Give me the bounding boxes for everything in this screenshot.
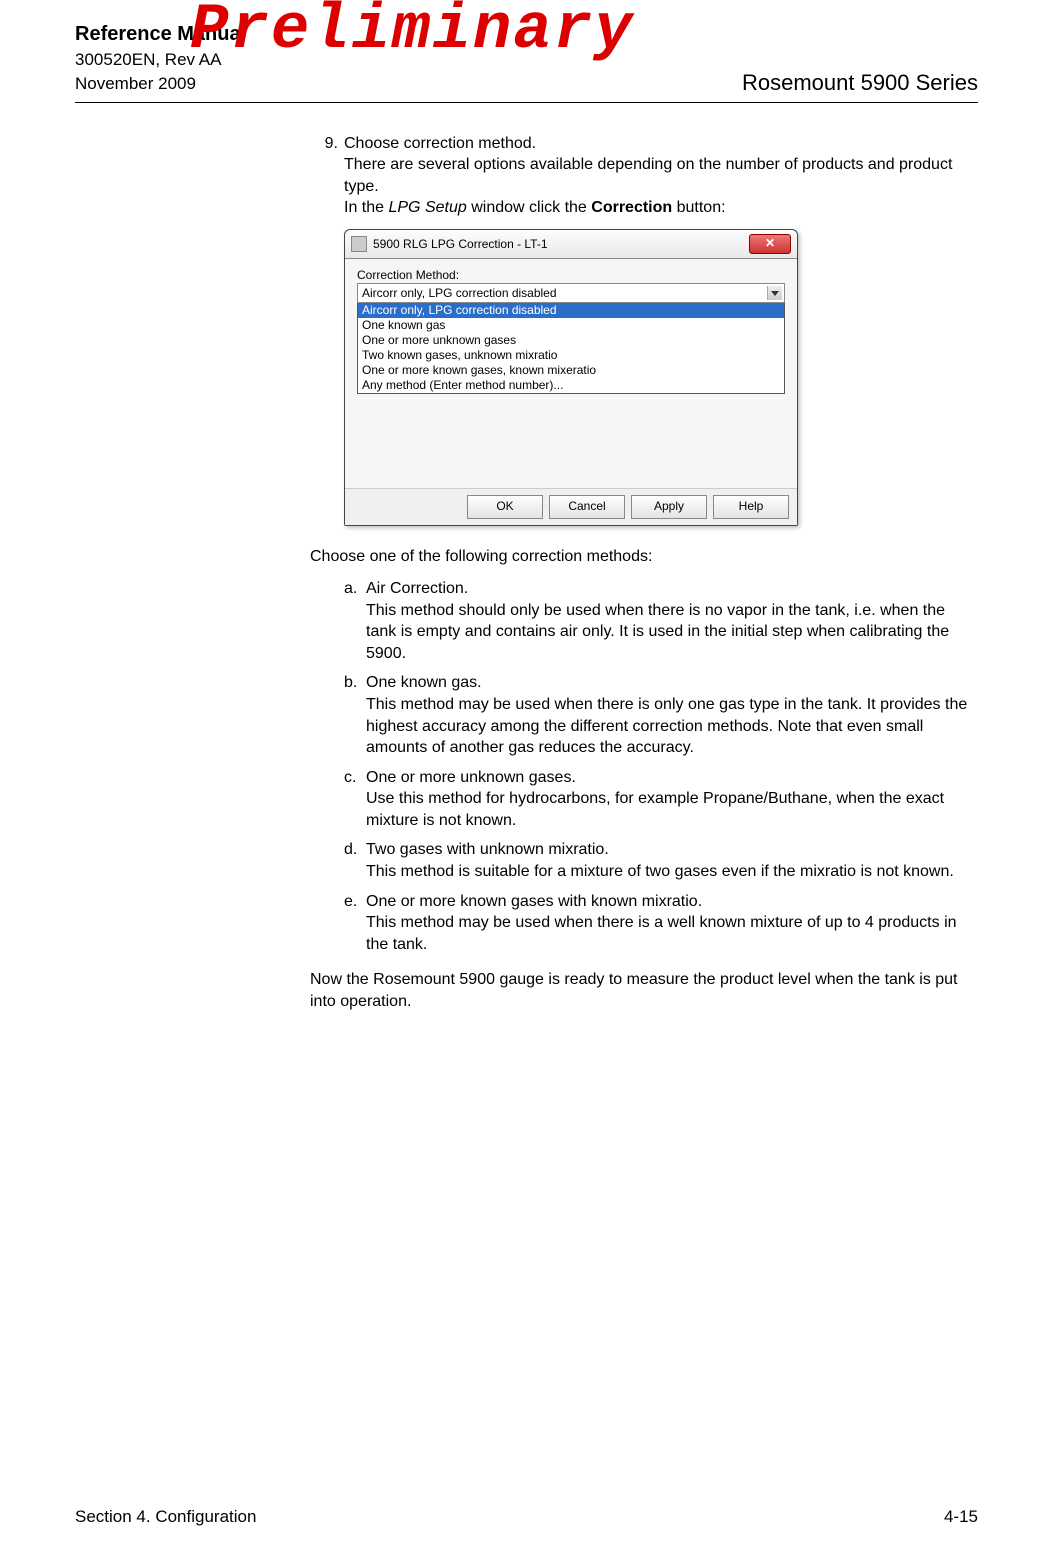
ok-button[interactable]: OK — [467, 495, 543, 519]
sub-text: This method should only be used when the… — [366, 602, 949, 662]
sub-title: Two gases with unknown mixratio. — [366, 841, 609, 858]
step-line1: Choose correction method. — [344, 135, 536, 152]
dropdown-selected: Aircorr only, LPG correction disabled — [362, 285, 557, 301]
sub-item-b: b. One known gas. This method may be used… — [344, 672, 978, 758]
help-button[interactable]: Help — [713, 495, 789, 519]
page-footer: Section 4. Configuration 4-15 — [75, 1507, 978, 1527]
app-icon — [351, 236, 367, 252]
dropdown-option[interactable]: One or more unknown gases — [358, 333, 784, 348]
sub-letter: a. — [344, 578, 366, 664]
sub-item-e: e. One or more known gases with known mi… — [344, 891, 978, 956]
step-line3-post: button: — [672, 199, 725, 216]
dialog-title: 5900 RLG LPG Correction - LT-1 — [373, 236, 548, 252]
dialog-titlebar: 5900 RLG LPG Correction - LT-1 ✕ — [345, 230, 797, 259]
sub-title: One or more known gases with known mixra… — [366, 893, 702, 910]
dropdown-option[interactable]: Two known gases, unknown mixratio — [358, 348, 784, 363]
step-line3-italic: LPG Setup — [388, 199, 466, 216]
sub-text: Use this method for hydrocarbons, for ex… — [366, 790, 944, 829]
step-line3-mid: window click the — [467, 199, 592, 216]
watermark-text: Preliminary — [190, 0, 634, 67]
dropdown-list: Aircorr only, LPG correction disabled On… — [357, 303, 785, 394]
correction-method-dropdown[interactable]: Aircorr only, LPG correction disabled — [357, 283, 785, 303]
sub-text: This method is suitable for a mixture of… — [366, 863, 954, 880]
sub-letter: e. — [344, 891, 366, 956]
sub-letter: b. — [344, 672, 366, 758]
apply-button[interactable]: Apply — [631, 495, 707, 519]
sub-item-a: a. Air Correction. This method should onl… — [344, 578, 978, 664]
sub-title: One known gas. — [366, 674, 482, 691]
cancel-button[interactable]: Cancel — [549, 495, 625, 519]
step-line2: There are several options available depe… — [344, 156, 952, 195]
sub-item-d: d. Two gases with unknown mixratio. This … — [344, 839, 978, 882]
step-number: 9. — [310, 133, 344, 219]
choose-method-intro: Choose one of the following correction m… — [310, 546, 978, 568]
chevron-down-icon[interactable] — [767, 286, 782, 300]
correction-method-label: Correction Method: — [357, 267, 785, 283]
step-line3-pre: In the — [344, 199, 388, 216]
section-label: Section 4. Configuration — [75, 1507, 256, 1527]
sub-text: This method may be used when there is a … — [366, 914, 957, 953]
correction-dialog: 5900 RLG LPG Correction - LT-1 ✕ Correct… — [344, 229, 798, 526]
close-button[interactable]: ✕ — [749, 234, 791, 254]
dropdown-option[interactable]: One known gas — [358, 318, 784, 333]
dropdown-option[interactable]: Aircorr only, LPG correction disabled — [358, 303, 784, 318]
closing-paragraph: Now the Rosemount 5900 gauge is ready to… — [310, 969, 978, 1012]
dropdown-option[interactable]: Any method (Enter method number)... — [358, 378, 784, 393]
sub-letter: c. — [344, 767, 366, 832]
dropdown-option[interactable]: One or more known gases, known mixeratio — [358, 363, 784, 378]
sub-title: Air Correction. — [366, 580, 468, 597]
doc-date: November 2009 — [75, 72, 246, 96]
product-series: Rosemount 5900 Series — [742, 70, 978, 96]
page-number: 4-15 — [944, 1507, 978, 1527]
sub-text: This method may be used when there is on… — [366, 696, 967, 756]
sub-title: One or more unknown gases. — [366, 769, 576, 786]
sub-letter: d. — [344, 839, 366, 882]
sub-item-c: c. One or more unknown gases. Use this me… — [344, 767, 978, 832]
step-line3-bold: Correction — [591, 199, 672, 216]
step-9: 9. Choose correction method. There are s… — [310, 133, 978, 219]
